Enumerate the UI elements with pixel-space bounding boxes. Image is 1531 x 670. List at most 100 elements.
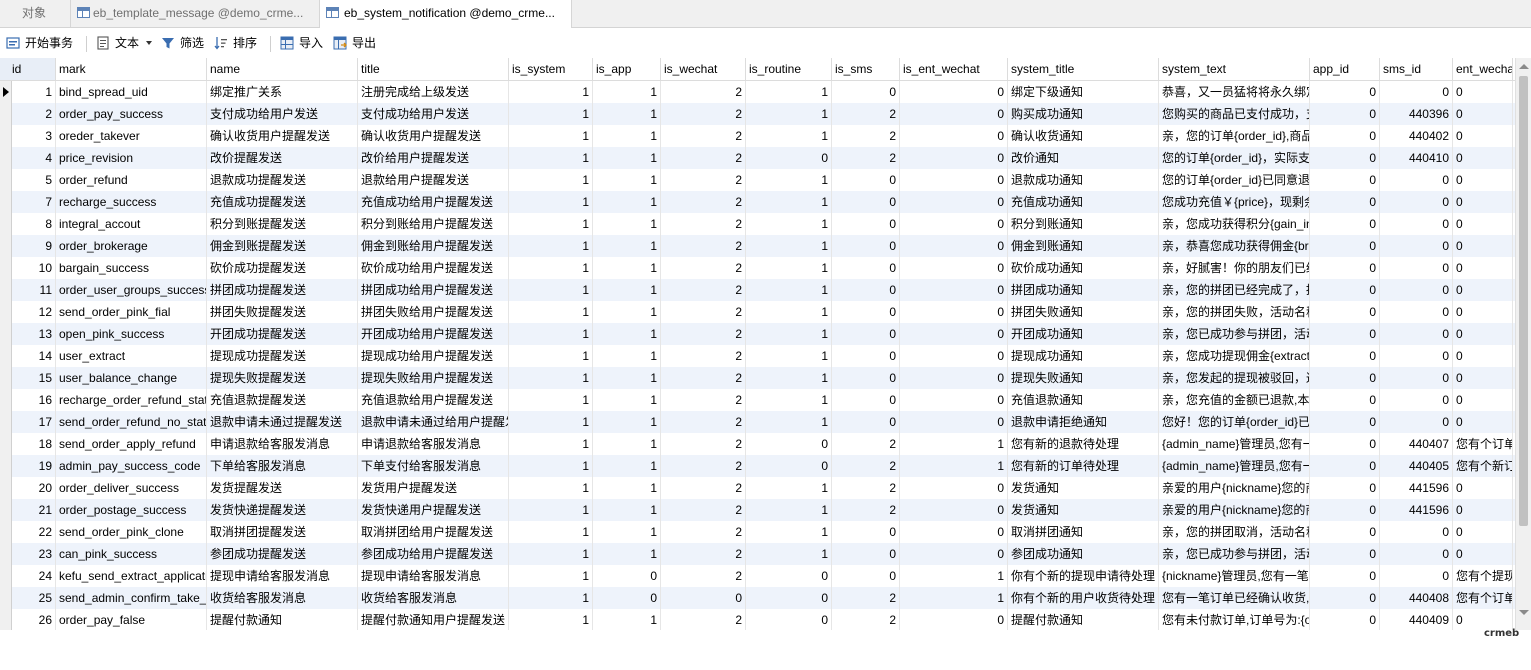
cell-is-routine[interactable]: 0 xyxy=(746,609,832,630)
cell-app-id[interactable]: 0 xyxy=(1310,455,1380,477)
table-row[interactable]: 17 send_order_refund_no_status 退款申请未通过提醒发送… xyxy=(0,411,1515,433)
row-selector[interactable] xyxy=(0,345,12,367)
cell-is-routine[interactable]: 1 xyxy=(746,279,832,301)
cell-is-routine[interactable]: 1 xyxy=(746,235,832,257)
cell-sms-id[interactable]: 0 xyxy=(1380,279,1453,301)
cell-id[interactable]: 17 xyxy=(12,411,56,433)
cell-is-ent-wechat[interactable]: 0 xyxy=(900,543,1008,565)
cell-system-text[interactable]: 您有未付款订单,订单号为:{order_id} xyxy=(1159,609,1310,630)
cell-is-wechat[interactable]: 2 xyxy=(661,499,746,521)
table-row[interactable]: 16 recharge_order_refund_status 充值退款提醒发送 充值… xyxy=(0,389,1515,411)
row-selector[interactable] xyxy=(0,389,12,411)
cell-system-title[interactable]: 开团成功通知 xyxy=(1008,323,1159,345)
cell-app-id[interactable]: 0 xyxy=(1310,147,1380,169)
cell-title[interactable]: 收货给客服发消息 xyxy=(358,587,509,609)
cell-is-system[interactable]: 1 xyxy=(509,609,593,630)
cell-is-routine[interactable]: 1 xyxy=(746,499,832,521)
cell-is-app[interactable]: 1 xyxy=(593,499,661,521)
cell-is-wechat[interactable]: 2 xyxy=(661,389,746,411)
cell-is-ent-wechat[interactable]: 1 xyxy=(900,565,1008,587)
cell-is-wechat[interactable]: 2 xyxy=(661,103,746,125)
cell-is-app[interactable]: 1 xyxy=(593,147,661,169)
cell-is-ent-wechat[interactable]: 0 xyxy=(900,499,1008,521)
cell-is-sms[interactable]: 2 xyxy=(832,147,900,169)
cell-name[interactable]: 退款申请未通过提醒发送 xyxy=(207,411,358,433)
cell-is-ent-wechat[interactable]: 0 xyxy=(900,389,1008,411)
column-header-mark[interactable]: mark xyxy=(56,58,207,80)
table-row[interactable]: 11 order_user_groups_success 拼团成功提醒发送 拼团成功给… xyxy=(0,279,1515,301)
cell-mark[interactable]: send_admin_confirm_take_over xyxy=(56,587,207,609)
cell-is-sms[interactable]: 0 xyxy=(832,279,900,301)
cell-sms-id[interactable]: 441596 xyxy=(1380,499,1453,521)
cell-system-text[interactable]: 您的订单{order_id}已同意退款 xyxy=(1159,169,1310,191)
cell-is-sms[interactable]: 2 xyxy=(832,499,900,521)
cell-ent-wechat[interactable]: 0 xyxy=(1453,125,1513,147)
cell-is-system[interactable]: 1 xyxy=(509,521,593,543)
cell-id[interactable]: 20 xyxy=(12,477,56,499)
cell-ent-wechat[interactable]: 0 xyxy=(1453,609,1513,630)
cell-is-ent-wechat[interactable]: 1 xyxy=(900,433,1008,455)
cell-is-sms[interactable]: 2 xyxy=(832,609,900,630)
cell-mark[interactable]: send_order_apply_refund xyxy=(56,433,207,455)
cell-is-wechat[interactable]: 2 xyxy=(661,147,746,169)
cell-ent-wechat[interactable]: 0 xyxy=(1453,499,1513,521)
cell-name[interactable]: 下单给客服发消息 xyxy=(207,455,358,477)
cell-title[interactable]: 发货快递用户提醒发送 xyxy=(358,499,509,521)
cell-is-wechat[interactable]: 2 xyxy=(661,543,746,565)
cell-id[interactable]: 9 xyxy=(12,235,56,257)
cell-is-ent-wechat[interactable]: 0 xyxy=(900,367,1008,389)
cell-ent-wechat[interactable]: 0 xyxy=(1453,147,1513,169)
column-header-name[interactable]: name xyxy=(207,58,358,80)
cell-is-sms[interactable]: 0 xyxy=(832,213,900,235)
cell-app-id[interactable]: 0 xyxy=(1310,587,1380,609)
cell-is-sms[interactable]: 0 xyxy=(832,191,900,213)
cell-name[interactable]: 发货快递提醒发送 xyxy=(207,499,358,521)
column-header-system-text[interactable]: system_text xyxy=(1159,58,1310,80)
cell-is-routine[interactable]: 0 xyxy=(746,147,832,169)
cell-app-id[interactable]: 0 xyxy=(1310,191,1380,213)
cell-is-routine[interactable]: 1 xyxy=(746,213,832,235)
cell-is-ent-wechat[interactable]: 0 xyxy=(900,125,1008,147)
cell-system-title[interactable]: 退款成功通知 xyxy=(1008,169,1159,191)
cell-title[interactable]: 充值退款给用户提醒发送 xyxy=(358,389,509,411)
cell-system-text[interactable]: 您购买的商品已支付成功，支付金额 xyxy=(1159,103,1310,125)
cell-app-id[interactable]: 0 xyxy=(1310,565,1380,587)
cell-title[interactable]: 提现失败给用户提醒发送 xyxy=(358,367,509,389)
cell-is-sms[interactable]: 0 xyxy=(832,543,900,565)
column-header-sms-id[interactable]: sms_id xyxy=(1380,58,1453,80)
cell-mark[interactable]: order_postage_success xyxy=(56,499,207,521)
cell-is-wechat[interactable]: 2 xyxy=(661,169,746,191)
cell-system-title[interactable]: 确认收货通知 xyxy=(1008,125,1159,147)
cell-name[interactable]: 支付成功给用户发送 xyxy=(207,103,358,125)
cell-system-title[interactable]: 拼团失败通知 xyxy=(1008,301,1159,323)
table-row[interactable]: 22 send_order_pink_clone 取消拼团提醒发送 取消拼团给用户提醒… xyxy=(0,521,1515,543)
cell-name[interactable]: 退款成功提醒发送 xyxy=(207,169,358,191)
cell-app-id[interactable]: 0 xyxy=(1310,103,1380,125)
cell-title[interactable]: 砍价成功给用户提醒发送 xyxy=(358,257,509,279)
cell-is-routine[interactable]: 1 xyxy=(746,543,832,565)
cell-name[interactable]: 申请退款给客服发消息 xyxy=(207,433,358,455)
cell-title[interactable]: 注册完成给上级发送 xyxy=(358,81,509,103)
cell-sms-id[interactable]: 440396 xyxy=(1380,103,1453,125)
table-row[interactable]: 5 order_refund 退款成功提醒发送 退款给用户提醒发送 1 1 2 1 0 0 退款成功… xyxy=(0,169,1515,191)
scroll-up-icon[interactable] xyxy=(1519,64,1529,69)
cell-id[interactable]: 18 xyxy=(12,433,56,455)
cell-title[interactable]: 参团成功给用户提醒发送 xyxy=(358,543,509,565)
cell-mark[interactable]: send_order_pink_clone xyxy=(56,521,207,543)
cell-title[interactable]: 发货用户提醒发送 xyxy=(358,477,509,499)
cell-id[interactable]: 7 xyxy=(12,191,56,213)
cell-title[interactable]: 申请退款给客服发消息 xyxy=(358,433,509,455)
cell-title[interactable]: 开团成功给用户提醒发送 xyxy=(358,323,509,345)
export-button[interactable]: 导出 xyxy=(333,33,381,53)
cell-id[interactable]: 8 xyxy=(12,213,56,235)
cell-ent-wechat[interactable]: 0 xyxy=(1453,169,1513,191)
cell-app-id[interactable]: 0 xyxy=(1310,543,1380,565)
cell-is-app[interactable]: 1 xyxy=(593,345,661,367)
cell-name[interactable]: 佣金到账提醒发送 xyxy=(207,235,358,257)
cell-sms-id[interactable]: 440407 xyxy=(1380,433,1453,455)
cell-is-ent-wechat[interactable]: 0 xyxy=(900,169,1008,191)
row-selector[interactable] xyxy=(0,301,12,323)
cell-title[interactable]: 下单支付给客服发消息 xyxy=(358,455,509,477)
cell-id[interactable]: 10 xyxy=(12,257,56,279)
cell-app-id[interactable]: 0 xyxy=(1310,279,1380,301)
